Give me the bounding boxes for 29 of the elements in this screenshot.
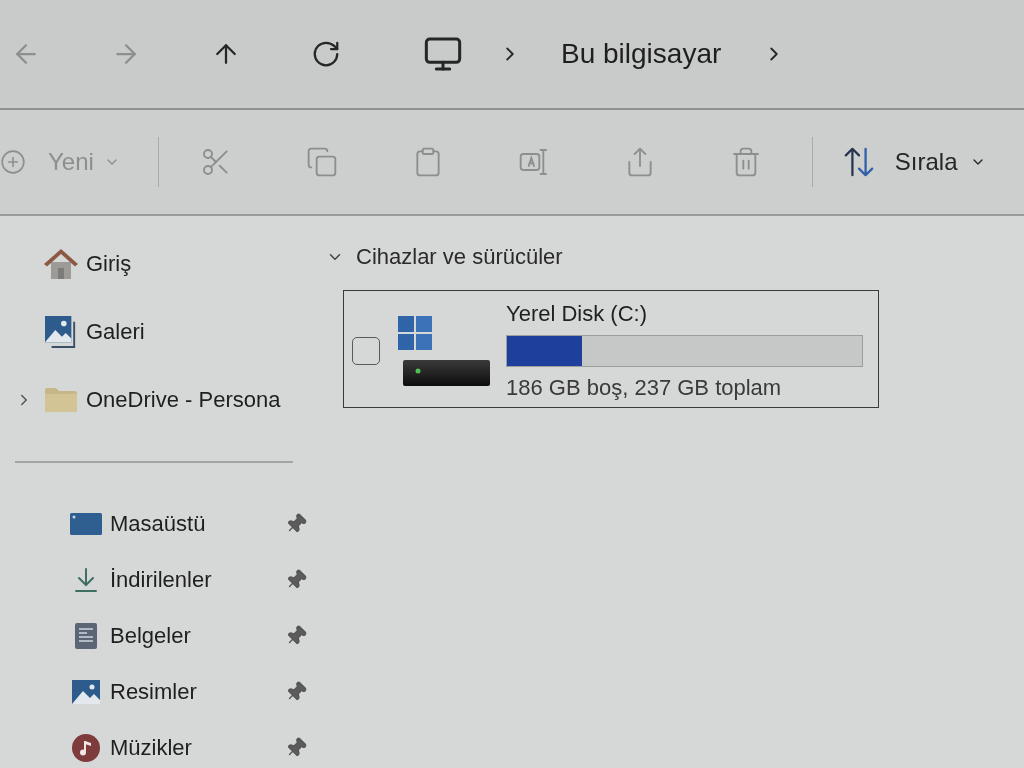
sort-arrows-icon (842, 146, 875, 178)
breadcrumb-item[interactable]: Bu bilgisayar (561, 36, 722, 72)
sidebar-item[interactable]: Belgeler (70, 616, 191, 656)
rename-icon (517, 146, 550, 178)
refresh-icon (311, 39, 341, 69)
copy-icon (305, 146, 338, 178)
checkbox[interactable] (352, 336, 380, 365)
sidebar-item[interactable]: Müzikler (70, 728, 192, 768)
document-icon (75, 623, 97, 649)
folder-icon (45, 388, 77, 412)
sidebar-item[interactable]: Resimler (70, 672, 197, 712)
download-icon (75, 568, 97, 592)
plus-circle-icon (0, 149, 26, 175)
drive-tile[interactable]: Yerel Disk (C:) 186 GB boş, 237 GB toplam (343, 290, 879, 408)
drive-icon (398, 315, 490, 386)
drive-name: Yerel Disk (C:) (506, 300, 647, 328)
gallery-icon (45, 316, 77, 348)
sort-button[interactable]: Sırala (842, 138, 986, 186)
home-icon (44, 249, 78, 279)
sidebar-item[interactable]: Galeri (44, 310, 145, 354)
sidebar-item[interactable]: Masaüstü (70, 504, 206, 544)
drive-space-text: 186 GB boş, 237 GB toplam (506, 375, 782, 401)
music-icon (72, 734, 100, 762)
sidebar-item[interactable]: OneDrive - Persona (44, 378, 281, 422)
sidebar-item[interactable]: Giriş (44, 242, 132, 286)
sidebar-item[interactable]: İndirilenler (70, 560, 212, 600)
desktop-icon (70, 513, 102, 535)
picture-icon (72, 680, 100, 704)
section-header[interactable]: Cihazlar ve sürücüler (326, 242, 563, 272)
